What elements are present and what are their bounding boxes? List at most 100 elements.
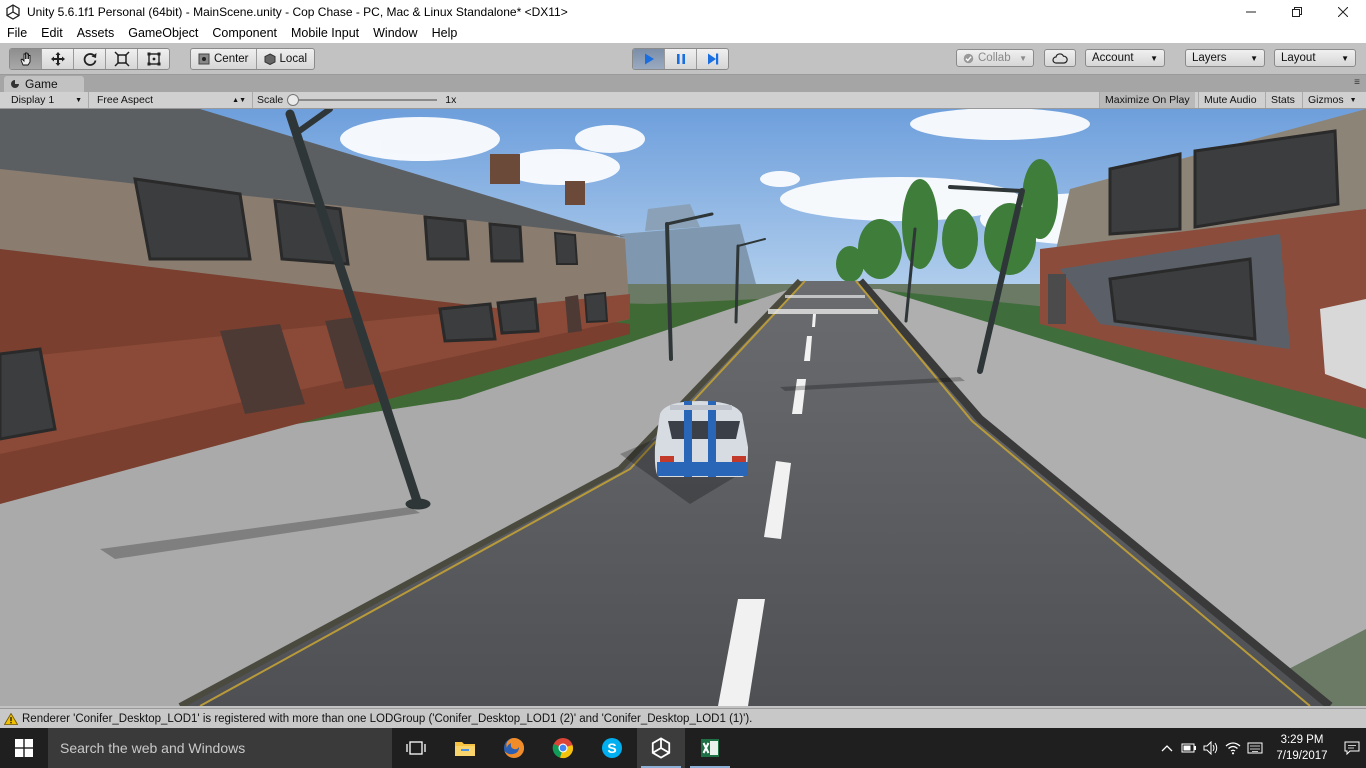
move-arrows-icon xyxy=(50,52,65,66)
start-button[interactable] xyxy=(0,728,48,768)
game-view-toolbar: Display 1 ▼ Free Aspect ▲▼ Scale 1x Maxi… xyxy=(0,92,1366,109)
taskbar-clock[interactable]: 3:29 PM 7/19/2017 xyxy=(1266,732,1338,764)
display-label: Display 1 xyxy=(11,94,55,106)
scale-value: 1x xyxy=(445,94,457,106)
rect-tool-button[interactable] xyxy=(138,49,169,69)
player-car xyxy=(654,401,748,477)
scale-icon xyxy=(113,51,130,67)
cloud-button[interactable] xyxy=(1044,49,1076,67)
display-chevron-icon: ▼ xyxy=(75,96,82,104)
scale-tool-button[interactable] xyxy=(106,49,138,69)
menu-component[interactable]: Component xyxy=(205,23,284,43)
step-button[interactable] xyxy=(697,49,728,69)
account-dropdown[interactable]: Account ▼ xyxy=(1085,49,1165,67)
console-message: Renderer 'Conifer_Desktop_LOD1' is regis… xyxy=(22,713,753,725)
scale-label: Scale xyxy=(257,94,284,106)
game-viewport[interactable] xyxy=(0,109,1366,706)
maximize-on-play-label: Maximize On Play xyxy=(1105,94,1190,106)
firefox-icon xyxy=(504,737,525,758)
menu-help[interactable]: Help xyxy=(425,23,465,43)
title-bar: Unity 5.6.1f1 Personal (64bit) - MainSce… xyxy=(0,0,1366,23)
menu-window[interactable]: Window xyxy=(366,23,424,43)
minimize-button[interactable] xyxy=(1228,0,1274,23)
file-explorer-button[interactable] xyxy=(441,728,489,768)
mute-audio-toggle[interactable]: Mute Audio xyxy=(1198,92,1262,108)
skype-icon: S xyxy=(602,738,622,758)
stats-toggle[interactable]: Stats xyxy=(1265,92,1300,108)
gizmos-chevron-icon: ▼ xyxy=(1349,96,1357,104)
network-button[interactable] xyxy=(1222,741,1244,755)
layout-dropdown[interactable]: Layout ▼ xyxy=(1274,49,1356,67)
tab-game[interactable]: Game xyxy=(4,76,84,92)
warning-icon xyxy=(4,713,18,725)
windows-taskbar: Search the web and Windows S 3:29 PM 7/1… xyxy=(0,728,1366,768)
excel-button[interactable] xyxy=(686,728,734,768)
play-controls xyxy=(632,48,729,70)
window-title: Unity 5.6.1f1 Personal (64bit) - MainSce… xyxy=(27,4,568,19)
chrome-button[interactable] xyxy=(539,728,587,768)
show-hidden-icons-button[interactable] xyxy=(1156,744,1178,752)
windows-logo-icon xyxy=(15,739,33,757)
hand-tool-button[interactable] xyxy=(10,49,42,69)
main-toolbar: Center Local Collab ▼ Account ▼ Layers ▼ xyxy=(0,43,1366,75)
task-view-button[interactable] xyxy=(392,728,440,768)
menu-bar: File Edit Assets GameObject Component Mo… xyxy=(0,23,1366,43)
play-button[interactable] xyxy=(633,49,665,69)
maximize-on-play-toggle[interactable]: Maximize On Play xyxy=(1099,92,1195,108)
clock-time: 3:29 PM xyxy=(1280,734,1324,746)
layout-chevron-icon: ▼ xyxy=(1341,53,1349,63)
pivot-local-button[interactable]: Local xyxy=(257,49,314,69)
tab-menu-icon[interactable]: ≡ xyxy=(1354,77,1360,88)
restore-button[interactable] xyxy=(1274,0,1320,23)
unity-taskbar-button[interactable] xyxy=(637,728,685,768)
aspect-label: Free Aspect xyxy=(97,94,154,106)
aspect-dropdown[interactable]: Free Aspect ▲▼ xyxy=(91,92,253,108)
rect-transform-icon xyxy=(147,52,160,66)
power-button[interactable] xyxy=(1178,743,1200,753)
restore-icon xyxy=(1292,6,1302,17)
scale-slider[interactable] xyxy=(287,94,438,106)
action-center-button[interactable] xyxy=(1338,741,1366,755)
layers-dropdown[interactable]: Layers ▼ xyxy=(1185,49,1265,67)
volume-button[interactable] xyxy=(1200,741,1222,755)
pivot-icon xyxy=(198,53,210,65)
notification-icon xyxy=(1344,741,1360,755)
collab-label: Collab xyxy=(978,52,1011,64)
mute-audio-label: Mute Audio xyxy=(1204,94,1257,106)
display-dropdown[interactable]: Display 1 ▼ xyxy=(5,92,89,108)
wifi-icon xyxy=(1225,742,1241,755)
play-icon xyxy=(644,53,654,65)
menu-gameobject[interactable]: GameObject xyxy=(121,23,205,43)
layers-label: Layers xyxy=(1192,52,1227,64)
console-status-bar[interactable]: Renderer 'Conifer_Desktop_LOD1' is regis… xyxy=(0,708,1366,729)
battery-icon xyxy=(1181,743,1196,753)
firefox-button[interactable] xyxy=(490,728,538,768)
skype-button[interactable]: S xyxy=(588,728,636,768)
close-button[interactable] xyxy=(1320,0,1366,23)
hand-icon xyxy=(19,52,30,66)
gizmos-dropdown[interactable]: Gizmos ▼ xyxy=(1302,92,1366,108)
scale-slider-thumb[interactable] xyxy=(287,94,300,106)
svg-text:S: S xyxy=(607,740,616,756)
layout-label: Layout xyxy=(1281,52,1316,64)
menu-mobile-input[interactable]: Mobile Input xyxy=(284,23,366,43)
menu-assets[interactable]: Assets xyxy=(70,23,122,43)
pivot-center-button[interactable]: Center xyxy=(191,49,257,69)
move-tool-button[interactable] xyxy=(42,49,74,69)
rotate-tool-button[interactable] xyxy=(74,49,106,69)
unity-logo-icon xyxy=(6,3,20,20)
collab-check-icon xyxy=(963,53,974,63)
game-tab-bar: Game ≡ xyxy=(0,75,1366,92)
collab-chevron-icon: ▼ xyxy=(1019,53,1027,63)
menu-edit[interactable]: Edit xyxy=(34,23,70,43)
menu-file[interactable]: File xyxy=(0,23,34,43)
game-tab-label: Game xyxy=(25,77,58,91)
folder-icon xyxy=(455,742,475,756)
pause-button[interactable] xyxy=(665,49,697,69)
local-label: Local xyxy=(279,53,308,65)
minimize-icon xyxy=(1246,11,1256,12)
taskbar-search[interactable]: Search the web and Windows xyxy=(48,728,392,768)
collab-dropdown[interactable]: Collab ▼ xyxy=(956,49,1034,67)
input-indicator-button[interactable] xyxy=(1244,742,1266,754)
stats-label: Stats xyxy=(1271,94,1295,106)
